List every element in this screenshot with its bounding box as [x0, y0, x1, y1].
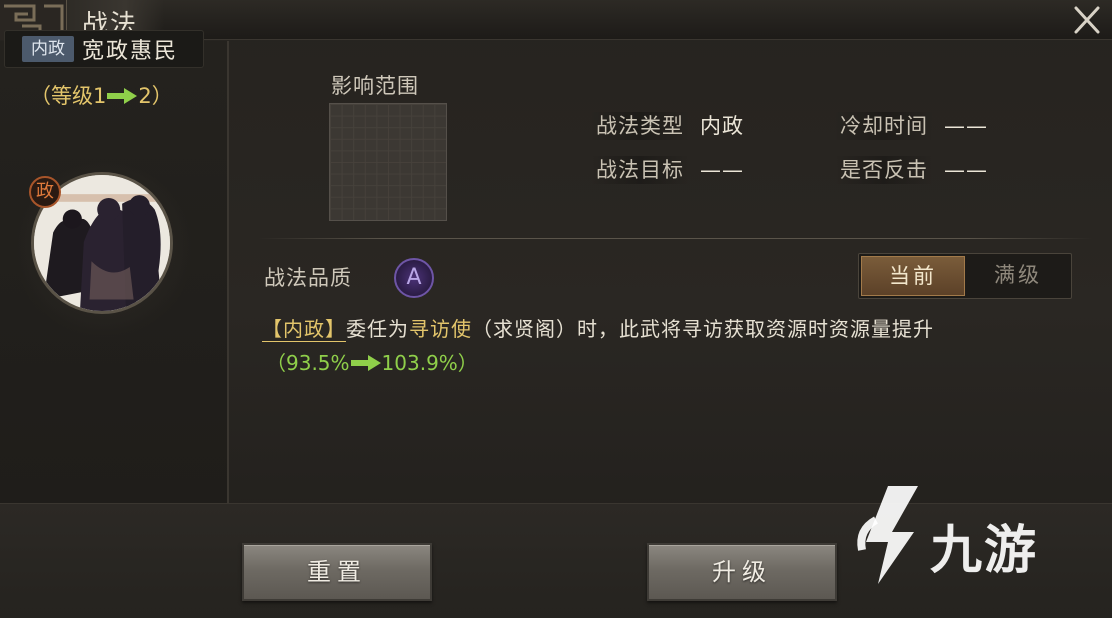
watermark-text: 九游	[930, 521, 1039, 581]
skill-type-tag: 内政	[22, 36, 74, 62]
attr-target: 战法目标 ——	[590, 154, 744, 184]
quality-grade-badge: A	[394, 258, 434, 298]
attr-value: ——	[700, 158, 744, 182]
level-from: （等级1	[30, 84, 107, 108]
description-tag: 【内政】	[262, 317, 346, 342]
attr-value: ——	[944, 158, 988, 182]
attr-key: 冷却时间	[834, 112, 934, 140]
quality-label: 战法品质	[264, 266, 352, 290]
toggle-max-level[interactable]: 满级	[967, 256, 1069, 296]
skill-description: 【内政】委任为寻访使（求贤阁）时，此武将寻访获取资源时资源量提升	[262, 313, 934, 342]
attr-key: 战法类型	[590, 112, 690, 140]
range-grid	[329, 103, 447, 221]
level-change: （等级1 2）	[30, 80, 173, 110]
attr-counter: 是否反击 ——	[834, 154, 988, 184]
attr-value: ——	[944, 114, 988, 138]
attr-cooldown: 冷却时间 ——	[834, 110, 988, 140]
range-label: 影响范围	[331, 74, 419, 98]
skill-name: 宽政惠民	[82, 39, 179, 64]
description-text: （求贤阁）时，此武将寻访获取资源时资源量提升	[472, 317, 934, 341]
description-text: 委任为	[346, 317, 409, 341]
attr-key: 战法目标	[590, 156, 690, 184]
reset-button[interactable]: 重置	[242, 543, 432, 601]
arrow-right-icon	[350, 355, 381, 371]
arrow-right-icon	[107, 88, 138, 104]
description-highlight: 寻访使	[409, 317, 472, 341]
close-icon[interactable]	[1070, 4, 1104, 36]
skill-dialog: 战法 内政 宽政惠民 （等级1 2） 政 影响范围 战法类型 内政 冷却时间 —— 战…	[0, 0, 1112, 618]
toggle-current[interactable]: 当前	[861, 256, 965, 296]
attr-skill-type: 战法类型 内政	[590, 110, 744, 140]
section-divider	[258, 238, 1093, 239]
effect-value-to: 103.9%）	[381, 351, 478, 375]
effect-value-from: （93.5%	[266, 351, 350, 375]
upgrade-button[interactable]: 升级	[647, 543, 837, 601]
attr-key: 是否反击	[834, 156, 934, 184]
attr-value: 内政	[700, 114, 744, 138]
effect-value-change: （93.5% 103.9%）	[266, 347, 478, 376]
general-type-badge: 政	[29, 176, 61, 208]
level-to: 2）	[138, 84, 173, 108]
